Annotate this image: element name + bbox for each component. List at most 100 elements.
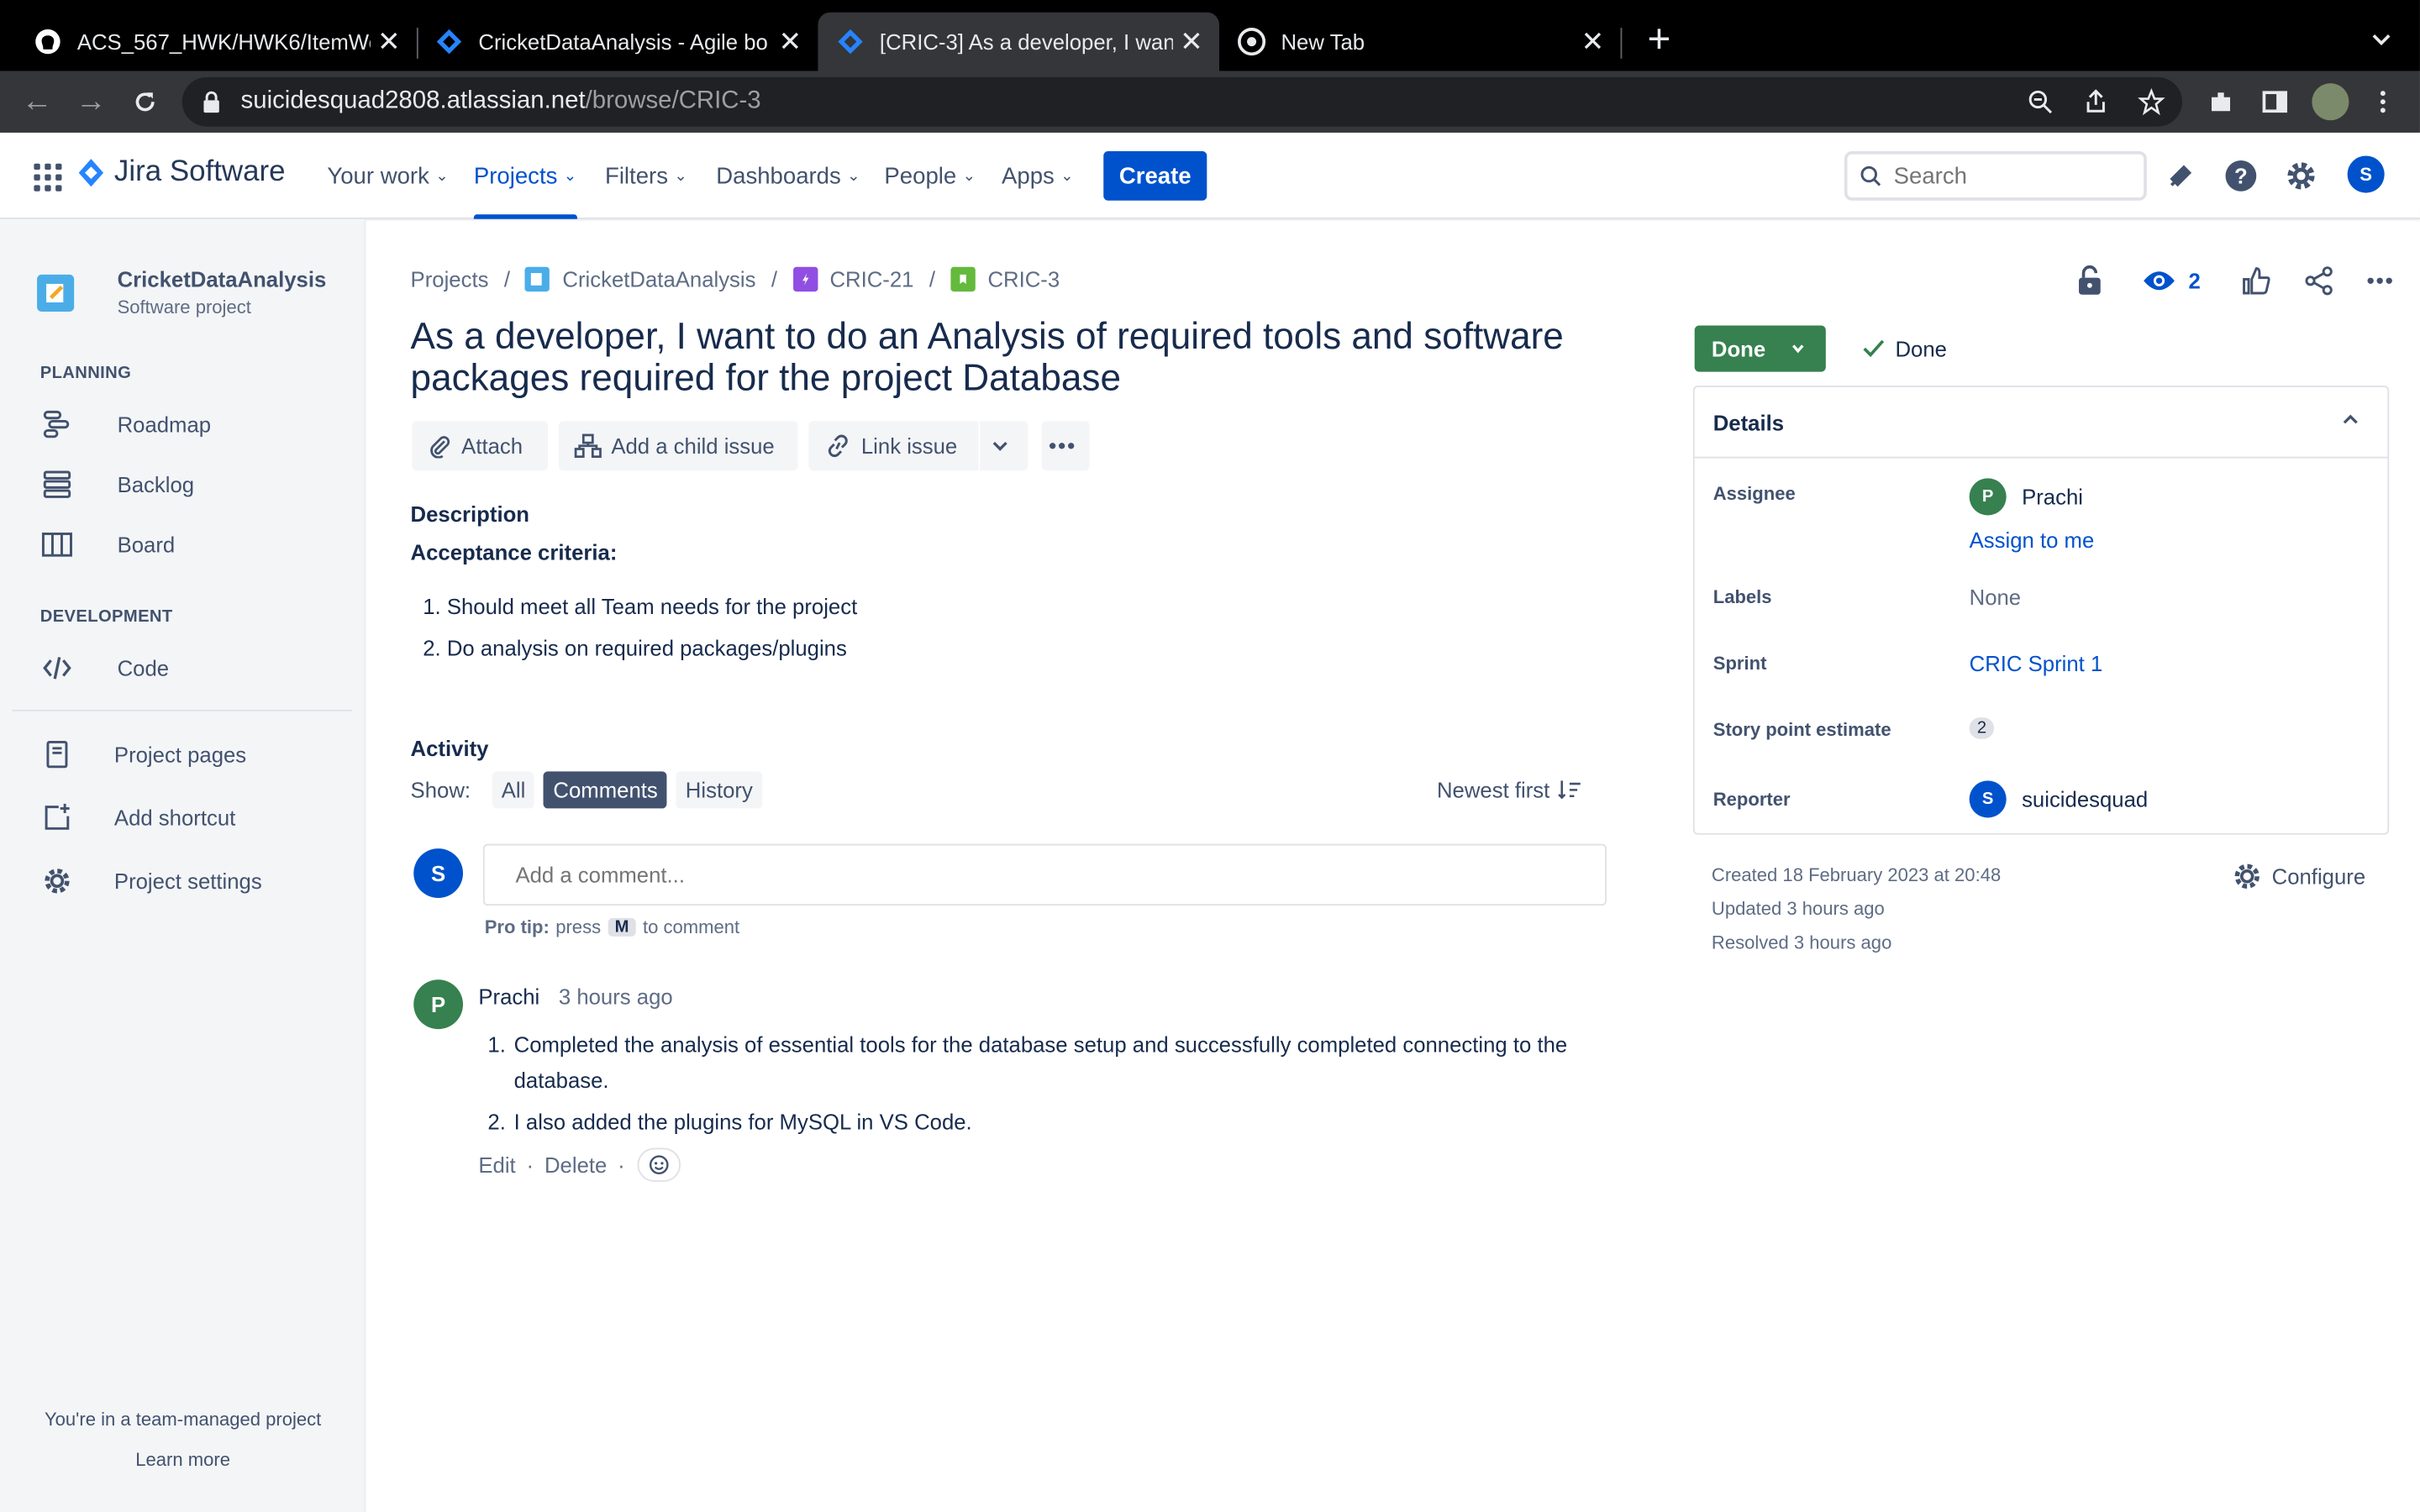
share-icon[interactable] — [2081, 87, 2112, 118]
add-reaction-icon[interactable] — [637, 1147, 681, 1182]
nav-people[interactable]: People ⌄ — [884, 133, 976, 219]
sort-order-button[interactable]: Newest first — [1437, 778, 1582, 802]
browser-tab-active[interactable]: [CRIC-3] As a developer, I wan ✕ — [818, 12, 1219, 71]
jira-top-nav: Jira Software Your work ⌄ Projects ⌄ Filte… — [0, 132, 2420, 219]
more-vert-icon[interactable] — [2367, 87, 2398, 118]
planning-header: PLANNING — [39, 364, 132, 383]
story-points-badge: 2 — [1969, 717, 1995, 739]
project-header[interactable]: CricketDataAnalysis Software project — [37, 265, 326, 318]
status-dropdown-button[interactable]: Done — [1694, 325, 1826, 372]
add-shortcut-icon — [37, 799, 77, 836]
sidebar-item-add-shortcut[interactable]: Add shortcut — [37, 795, 235, 841]
user-avatar[interactable]: S — [2347, 155, 2385, 193]
search-box[interactable] — [1844, 150, 2147, 201]
nav-projects[interactable]: Projects ⌄ — [473, 133, 576, 219]
breadcrumb-project[interactable]: CricketDataAnalysis — [562, 267, 755, 291]
url-host: suicidesquad2808.atlassian.net — [240, 87, 586, 114]
settings-gear-icon — [2234, 864, 2260, 889]
tab-title: CricketDataAnalysis - Agile bo — [478, 29, 768, 55]
assignee-field[interactable]: P Prachi — [1969, 478, 2083, 516]
assign-to-me-link[interactable]: Assign to me — [1970, 528, 2095, 552]
forward-icon[interactable]: → — [72, 83, 109, 120]
thumbs-up-icon[interactable] — [2239, 264, 2273, 297]
close-icon[interactable]: ✕ — [771, 25, 808, 58]
breadcrumb-issue[interactable]: CRIC-3 — [987, 267, 1060, 291]
jira-logo[interactable]: Jira Software — [77, 156, 286, 190]
issue-title[interactable]: As a developer, I want to do an Analysis… — [411, 317, 1584, 400]
comment-author[interactable]: Prachi — [478, 984, 539, 1009]
filter-comments[interactable]: Comments — [544, 771, 667, 809]
notifications-icon[interactable] — [2162, 157, 2199, 194]
reload-icon[interactable] — [127, 83, 164, 120]
reporter-field[interactable]: S suicidesquad — [1969, 780, 2148, 818]
paperclip-icon — [430, 436, 450, 459]
bookmark-star-icon[interactable] — [2136, 87, 2167, 118]
delete-comment-button[interactable]: Delete — [544, 1152, 607, 1177]
sidebar-item-board[interactable]: Board — [37, 522, 175, 568]
more-actions-dropdown[interactable] — [980, 421, 1028, 471]
link-issue-button[interactable]: Link issue — [808, 421, 979, 471]
comment-box[interactable] — [482, 843, 1607, 906]
browser-tab[interactable]: ACS_567_HWK/HWK6/ItemWe ✕ — [0, 13, 417, 71]
watchers-count[interactable]: 2 — [2188, 269, 2200, 293]
learn-more-link[interactable]: Learn more — [0, 1449, 366, 1471]
profile-avatar[interactable] — [2312, 83, 2349, 121]
attach-button[interactable]: Attach — [412, 421, 549, 471]
extensions-icon[interactable] — [2206, 87, 2237, 118]
help-icon[interactable]: ? — [2223, 157, 2260, 194]
new-tab-icon[interactable]: + — [1642, 18, 1676, 59]
browser-tab[interactable]: CricketDataAnalysis - Agile bo ✕ — [402, 13, 818, 71]
details-header[interactable]: Details — [1694, 387, 2388, 459]
sidebar-item-backlog[interactable]: Backlog — [37, 461, 194, 507]
create-button[interactable]: Create — [1103, 150, 1207, 201]
search-input[interactable] — [1893, 162, 2126, 189]
watch-icon[interactable] — [2142, 264, 2175, 297]
story-points-field[interactable]: 2 — [1969, 717, 1995, 739]
side-panel-icon[interactable] — [2260, 87, 2291, 118]
nav-apps[interactable]: Apps ⌄ — [1002, 133, 1074, 219]
settings-gear-icon — [37, 863, 77, 900]
labels-field[interactable]: None — [1970, 585, 2021, 609]
settings-gear-icon[interactable] — [2282, 157, 2319, 194]
tab-title: New Tab — [1281, 29, 1365, 55]
share-icon[interactable] — [2302, 264, 2336, 297]
sidebar-item-roadmap[interactable]: Roadmap — [37, 402, 211, 448]
comment-actions: Edit · Delete · — [478, 1147, 681, 1182]
edit-comment-button[interactable]: Edit — [478, 1152, 515, 1177]
back-icon[interactable]: ← — [18, 83, 55, 120]
epic-icon — [792, 266, 818, 292]
lock-icon[interactable] — [2073, 264, 2107, 297]
address-bar[interactable]: suicidesquad2808.atlassian.net/browse/CR… — [182, 76, 2183, 127]
comment-timestamp[interactable]: 3 hours ago — [559, 984, 673, 1009]
filter-history[interactable]: History — [676, 771, 762, 809]
sidebar-item-project-pages[interactable]: Project pages — [37, 732, 246, 778]
more-horiz-icon[interactable] — [2363, 264, 2396, 297]
browser-tab[interactable]: New Tab ✕ — [1219, 13, 1621, 71]
nav-filters[interactable]: Filters ⌄ — [605, 133, 687, 219]
more-button[interactable] — [1041, 421, 1090, 471]
lock-icon — [201, 90, 225, 114]
close-icon[interactable]: ✕ — [1574, 25, 1611, 58]
sidebar-item-code[interactable]: Code — [37, 645, 169, 691]
list-item: 2. Do analysis on required packages/plug… — [423, 635, 847, 661]
nav-your-work[interactable]: Your work ⌄ — [327, 133, 448, 219]
sidebar-item-project-settings[interactable]: Project settings — [37, 858, 262, 904]
add-child-issue-button[interactable]: Add a child issue — [558, 421, 798, 471]
reporter-avatar: S — [1969, 780, 2007, 818]
filter-all[interactable]: All — [492, 771, 535, 809]
tab-search-icon[interactable] — [2367, 24, 2395, 52]
app-switcher-icon[interactable] — [31, 160, 62, 192]
resolution-label: Done — [1895, 336, 1947, 361]
description-list[interactable]: 1. Should meet all Team needs for the pr… — [423, 594, 857, 677]
breadcrumb-epic[interactable]: CRIC-21 — [829, 267, 913, 291]
breadcrumb-projects[interactable]: Projects — [411, 267, 489, 291]
configure-button[interactable]: Configure — [2232, 861, 2365, 892]
list-text: I also added the plugins for MySQL in VS… — [513, 1109, 972, 1134]
nav-dashboards[interactable]: Dashboards ⌄ — [716, 133, 860, 219]
close-icon[interactable]: ✕ — [1173, 25, 1210, 58]
zoom-icon[interactable] — [2025, 87, 2056, 118]
nav-label: People — [884, 162, 957, 189]
sprint-field[interactable]: CRIC Sprint 1 — [1970, 651, 2103, 675]
comment-input[interactable] — [515, 862, 1565, 888]
attach-label: Attach — [461, 433, 523, 459]
